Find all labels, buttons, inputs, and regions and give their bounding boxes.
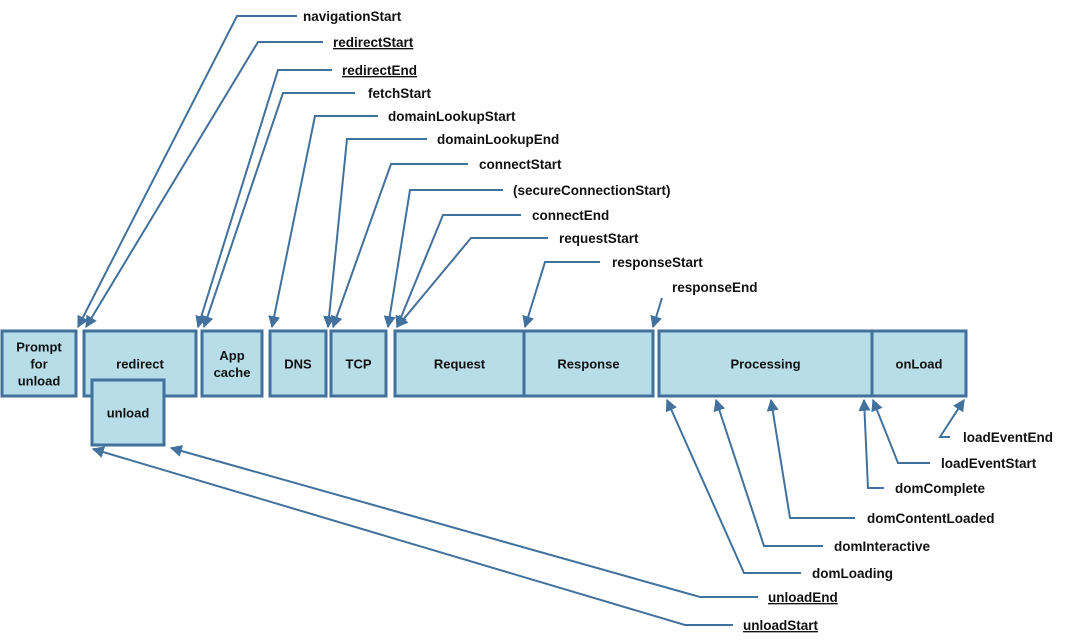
phase-processing-label: Processing xyxy=(730,357,800,372)
leader-line xyxy=(85,41,323,329)
phase-prompt-label: Prompt xyxy=(16,340,62,355)
phase-tcp: TCP xyxy=(329,329,388,398)
phase-processing: Processing xyxy=(657,329,874,398)
phase-response-label: Response xyxy=(557,357,619,372)
phase-response: Response xyxy=(522,329,655,398)
leader-line xyxy=(665,398,801,574)
phase-appcache-label: App xyxy=(219,348,244,363)
event-label-secureConnectionStart: (secureConnectionStart) xyxy=(513,183,671,198)
event-label-loadEventEnd: loadEventEnd xyxy=(963,430,1053,445)
leader-lines xyxy=(77,15,965,626)
leader-line xyxy=(91,446,733,626)
event-label-fetchStart: fetchStart xyxy=(368,86,432,101)
navigation-timing-diagram: Prompt for unload redirect App cache DNS TCP Req… xyxy=(0,9,1053,633)
phase-request: Request xyxy=(393,329,526,398)
event-label-responseEnd: responseEnd xyxy=(672,280,758,295)
phase-dns-label: DNS xyxy=(284,357,312,372)
phase-prompt-label: unload xyxy=(18,374,61,389)
phase-unload: unload xyxy=(90,378,166,447)
phase-boxes: Prompt for unload redirect App cache DNS TCP Req… xyxy=(0,329,968,447)
leader-line xyxy=(268,115,378,329)
leader-line xyxy=(766,398,855,519)
leader-line xyxy=(396,237,548,328)
event-label-redirectEnd: redirectEnd xyxy=(342,63,417,78)
event-label-redirectStart: redirectStart xyxy=(333,35,414,50)
phase-appcache-label: cache xyxy=(214,365,251,380)
leader-line xyxy=(77,15,297,329)
event-labels: navigationStart redirectStart redirectEnd f… xyxy=(303,9,1053,633)
event-label-loadEventStart: loadEventStart xyxy=(941,456,1037,471)
leader-line xyxy=(871,398,930,464)
leader-line xyxy=(858,398,884,489)
phase-request-label: Request xyxy=(434,357,486,372)
phase-appcache: App cache xyxy=(200,329,264,398)
event-label-domLoading: domLoading xyxy=(812,566,893,581)
phase-onload: onLoad xyxy=(870,329,968,398)
event-label-unloadEnd: unloadEnd xyxy=(768,590,838,605)
leader-line xyxy=(522,261,600,329)
leader-line xyxy=(395,214,521,329)
event-label-domComplete: domComplete xyxy=(895,481,985,496)
leader-line xyxy=(169,445,758,598)
event-label-navigationStart: navigationStart xyxy=(303,9,402,24)
event-label-connectEnd: connectEnd xyxy=(532,208,609,223)
event-label-connectStart: connectStart xyxy=(479,157,562,172)
phase-prompt: Prompt for unload xyxy=(0,329,78,398)
event-label-domContentLoaded: domContentLoaded xyxy=(867,511,995,526)
phase-tcp-label: TCP xyxy=(346,357,372,372)
phase-redirect-label: redirect xyxy=(116,357,164,372)
leader-line xyxy=(650,297,663,329)
phase-unload-label: unload xyxy=(107,406,150,421)
phase-onload-label: onLoad xyxy=(896,357,943,372)
event-label-domInteractive: domInteractive xyxy=(834,539,931,554)
phase-dns: DNS xyxy=(268,329,328,398)
phase-prompt-label: for xyxy=(30,357,47,372)
leader-line xyxy=(938,398,965,438)
leader-line xyxy=(713,398,823,547)
event-label-responseStart: responseStart xyxy=(612,255,703,270)
event-label-unloadStart: unloadStart xyxy=(743,618,819,633)
event-label-requestStart: requestStart xyxy=(559,231,639,246)
event-label-domainLookupStart: domainLookupStart xyxy=(388,109,516,124)
phase-appcache-box xyxy=(200,329,264,398)
event-label-domainLookupEnd: domainLookupEnd xyxy=(437,132,559,147)
